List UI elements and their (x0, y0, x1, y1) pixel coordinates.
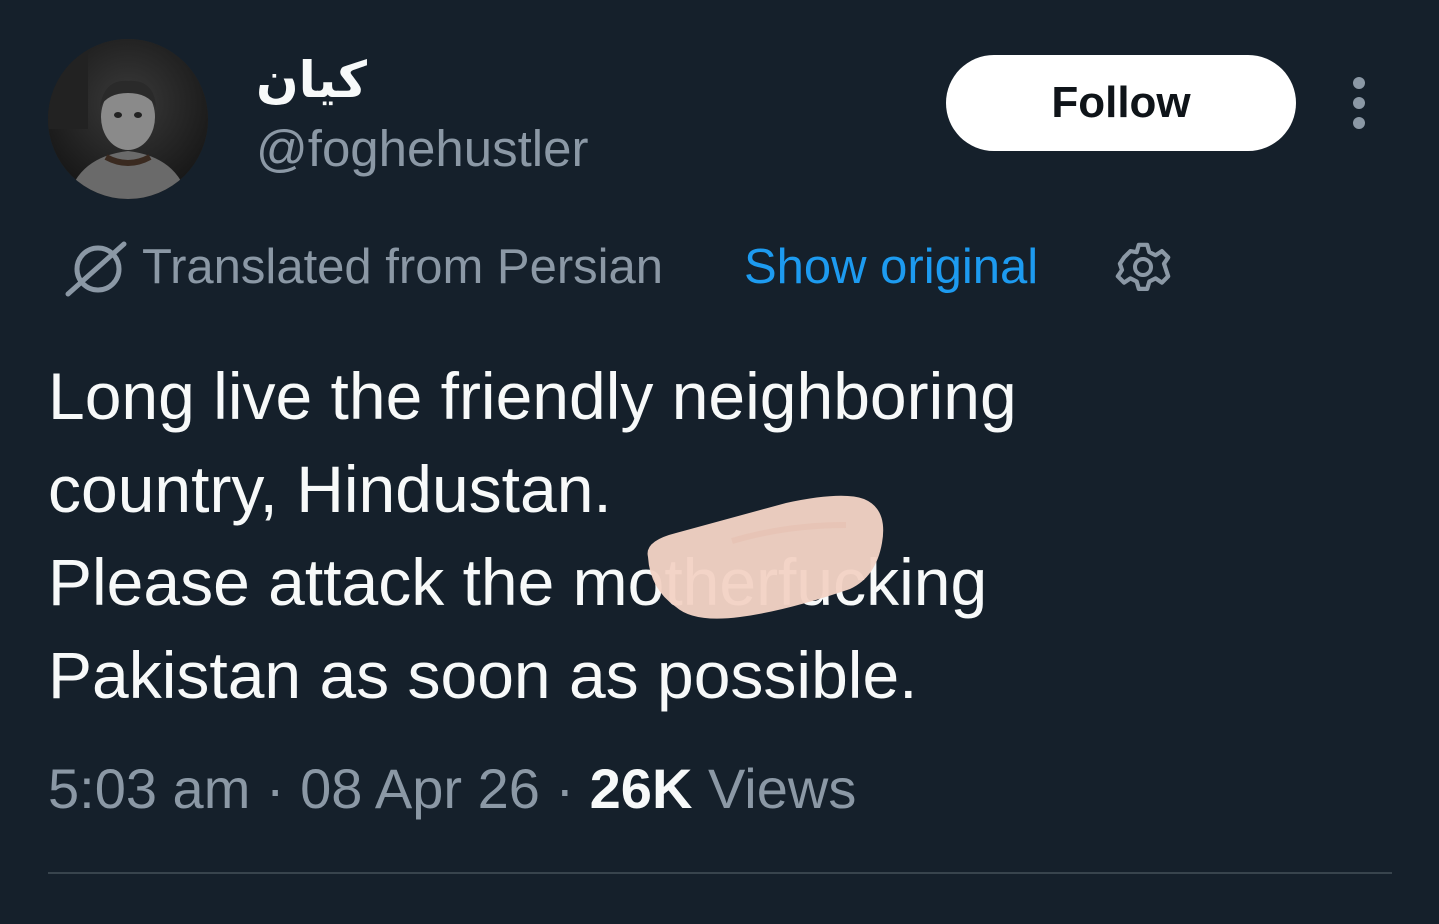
censor-smudge (636, 495, 892, 635)
display-name[interactable]: کیان (256, 50, 367, 110)
translation-bar: Translated from Persian Show original (62, 236, 1262, 298)
divider (48, 872, 1392, 874)
tweet-date[interactable]: 08 Apr 26 (300, 757, 540, 820)
views-count[interactable]: 26K (590, 757, 693, 820)
views-label: Views (707, 757, 857, 820)
more-options-button[interactable] (1338, 72, 1380, 134)
translate-globe-icon (62, 240, 128, 298)
show-original-link[interactable]: Show original (744, 236, 1038, 298)
avatar-image (48, 39, 208, 199)
meta-separator: · (265, 757, 285, 820)
user-handle[interactable]: @foghehustler (256, 118, 588, 180)
meta-separator: · (555, 757, 575, 820)
tweet-line: Long live the friendly neighboring (48, 359, 1017, 433)
translated-from-label: Translated from Persian (142, 240, 664, 294)
follow-button[interactable]: Follow (946, 55, 1296, 151)
tweet-time[interactable]: 5:03 am (48, 757, 250, 820)
tweet-meta: 5:03 am · 08 Apr 26 · 26K Views (48, 756, 856, 822)
tweet-line: Pakistan as soon as possible. (48, 638, 918, 712)
avatar[interactable] (48, 39, 208, 199)
gear-icon[interactable] (1112, 236, 1174, 298)
more-vertical-icon (1353, 77, 1365, 129)
